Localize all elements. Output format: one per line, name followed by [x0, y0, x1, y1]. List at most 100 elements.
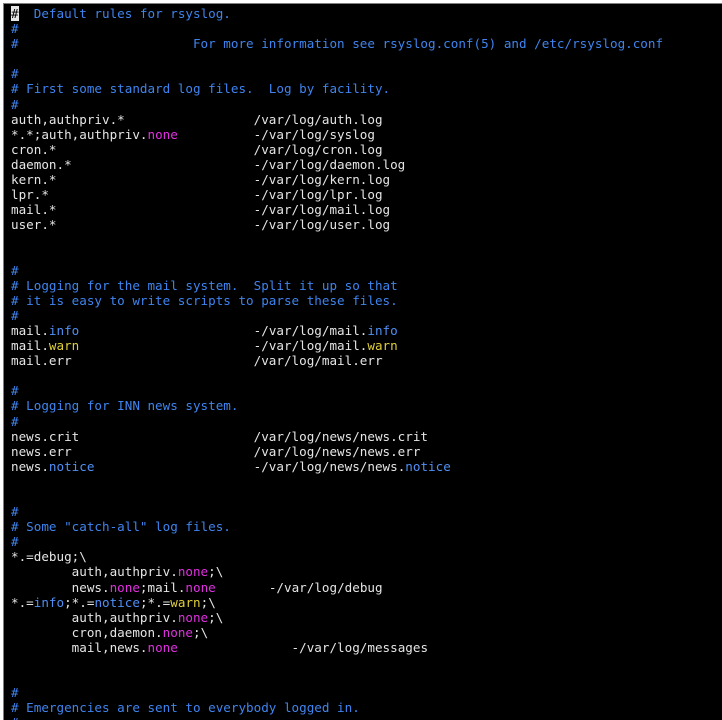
- text-line[interactable]: # it is easy to write scripts to parse t…: [11, 293, 663, 308]
- config-text: -/var/log/syslog: [177, 126, 375, 142]
- comment-text: #: [11, 504, 19, 520]
- comment-text: #: [11, 21, 19, 37]
- comment-text: # First some standard log files. Log by …: [11, 81, 391, 97]
- config-text: mail.err /var/log/mail.err: [11, 353, 383, 369]
- text-line[interactable]: #: [11, 263, 663, 278]
- comment-text: # Emergencies are sent to everybody logg…: [11, 700, 360, 716]
- text-line[interactable]: [11, 474, 663, 489]
- terminal-window[interactable]: # Default rules for rsyslog. # # For more …: [3, 3, 722, 720]
- keyword-text: none: [162, 624, 193, 640]
- text-line[interactable]: #: [11, 685, 663, 700]
- text-line[interactable]: auth,authpriv.none;\: [11, 564, 663, 579]
- text-line[interactable]: [11, 232, 663, 247]
- text-line[interactable]: #: [11, 534, 663, 549]
- text-line[interactable]: [11, 489, 663, 504]
- keyword-text: none: [109, 579, 140, 595]
- text-line[interactable]: # Emergencies are sent to everybody logg…: [11, 700, 663, 715]
- comment-text: #: [11, 307, 19, 323]
- editor-text-area[interactable]: # Default rules for rsyslog. # # For more …: [11, 6, 663, 720]
- comment-text: # it is easy to write scripts to parse t…: [11, 292, 398, 308]
- text-line[interactable]: #: [11, 308, 663, 323]
- text-line[interactable]: mail.err /var/log/mail.err: [11, 353, 663, 368]
- text-line[interactable]: # For more information see rsyslog.conf(…: [11, 36, 663, 51]
- keyword-text: none: [177, 609, 209, 625]
- config-text: news.crit /var/log/news/news.crit: [11, 428, 429, 444]
- text-line[interactable]: news.notice -/var/log/news/news.notice: [11, 459, 663, 474]
- config-text: lpr.* -/var/log/lpr.log: [11, 187, 383, 203]
- text-line[interactable]: *.*;auth,authpriv.none -/var/log/syslog: [11, 127, 663, 142]
- text-line[interactable]: # Default rules for rsyslog.: [11, 6, 663, 21]
- text-line[interactable]: [11, 368, 663, 383]
- text-line[interactable]: *.=debug;\: [11, 549, 663, 564]
- keyword-text: info: [367, 322, 398, 338]
- text-line[interactable]: news.crit /var/log/news/news.crit: [11, 429, 663, 444]
- keyword-text: warn: [367, 338, 398, 354]
- text-line[interactable]: lpr.* -/var/log/lpr.log: [11, 187, 663, 202]
- comment-text: # Logging for INN news system.: [11, 398, 239, 414]
- text-line[interactable]: [11, 670, 663, 685]
- text-line[interactable]: user.* -/var/log/user.log: [11, 217, 663, 232]
- comment-text: #: [11, 413, 19, 429]
- keyword-text: none: [147, 126, 178, 142]
- config-text: cron,daemon.: [11, 624, 163, 640]
- config-text: mail,news.: [11, 639, 148, 655]
- comment-text: # Logging for the mail system. Split it …: [11, 277, 398, 293]
- text-line[interactable]: daemon.* -/var/log/daemon.log: [11, 157, 663, 172]
- config-text: news.: [11, 579, 110, 595]
- text-line[interactable]: kern.* -/var/log/kern.log: [11, 172, 663, 187]
- text-line[interactable]: #: [11, 21, 663, 36]
- config-text: *.*;auth,authpriv.: [11, 126, 148, 142]
- text-line[interactable]: cron.* /var/log/cron.log: [11, 142, 663, 157]
- text-line[interactable]: mail.info -/var/log/mail.info: [11, 323, 663, 338]
- text-line[interactable]: # Logging for INN news system.: [11, 398, 663, 413]
- config-text: ;\: [200, 594, 216, 610]
- config-text: mail.: [11, 338, 49, 354]
- text-line[interactable]: #: [11, 66, 663, 81]
- config-text: daemon.* -/var/log/daemon.log: [11, 156, 406, 172]
- config-text: -/var/log/mail.: [79, 338, 368, 354]
- comment-text: #: [11, 262, 19, 278]
- text-line[interactable]: # Logging for the mail system. Split it …: [11, 278, 663, 293]
- text-line[interactable]: [11, 248, 663, 263]
- keyword-text: notice: [48, 458, 95, 474]
- text-line[interactable]: [11, 51, 663, 66]
- keyword-text: notice: [405, 458, 451, 474]
- text-line[interactable]: news.none;mail.none -/var/log/debug: [11, 580, 663, 595]
- text-line[interactable]: # Some "catch-all" log files.: [11, 519, 663, 534]
- text-line[interactable]: #: [11, 504, 663, 519]
- config-text: auth,authpriv.: [11, 564, 178, 580]
- config-text: auth,authpriv.* /var/log/auth.log: [11, 111, 383, 127]
- text-line[interactable]: news.err /var/log/news/news.err: [11, 444, 663, 459]
- config-text: ;\: [208, 609, 224, 625]
- text-line[interactable]: [11, 655, 663, 670]
- config-text: -/var/log/mail.: [79, 322, 368, 338]
- text-line[interactable]: #: [11, 383, 663, 398]
- comment-text: Default rules for rsyslog.: [18, 6, 231, 21]
- config-text: *.=: [11, 594, 34, 610]
- text-line[interactable]: #: [11, 414, 663, 429]
- keyword-text: warn: [48, 338, 80, 354]
- comment-text: #: [11, 685, 19, 701]
- keyword-text: info: [48, 322, 80, 338]
- text-line[interactable]: mail.warn -/var/log/mail.warn: [11, 338, 663, 353]
- keyword-text: none: [177, 564, 209, 580]
- text-line[interactable]: auth,authpriv.none;\: [11, 610, 663, 625]
- text-line[interactable]: *.=info;*.=notice;*.=warn;\: [11, 595, 663, 610]
- comment-text: #: [11, 96, 19, 112]
- config-text: ;mail.: [139, 579, 186, 595]
- text-cursor: #: [11, 6, 19, 21]
- text-line[interactable]: cron,daemon.none;\: [11, 625, 663, 640]
- config-text: user.* -/var/log/user.log: [11, 217, 391, 233]
- config-text: news.err /var/log/news/news.err: [11, 443, 421, 459]
- text-line[interactable]: auth,authpriv.* /var/log/auth.log: [11, 112, 663, 127]
- comment-text: #: [11, 383, 19, 399]
- text-line[interactable]: mail,news.none -/var/log/messages: [11, 640, 663, 655]
- config-text: mail.* -/var/log/mail.log: [11, 202, 391, 218]
- text-line[interactable]: # First some standard log files. Log by …: [11, 81, 663, 96]
- comment-text: #: [11, 534, 19, 550]
- config-text: mail.: [11, 322, 49, 338]
- text-line[interactable]: mail.* -/var/log/mail.log: [11, 202, 663, 217]
- text-line[interactable]: #: [11, 97, 663, 112]
- keyword-text: warn: [170, 594, 201, 610]
- text-line[interactable]: #: [11, 715, 663, 720]
